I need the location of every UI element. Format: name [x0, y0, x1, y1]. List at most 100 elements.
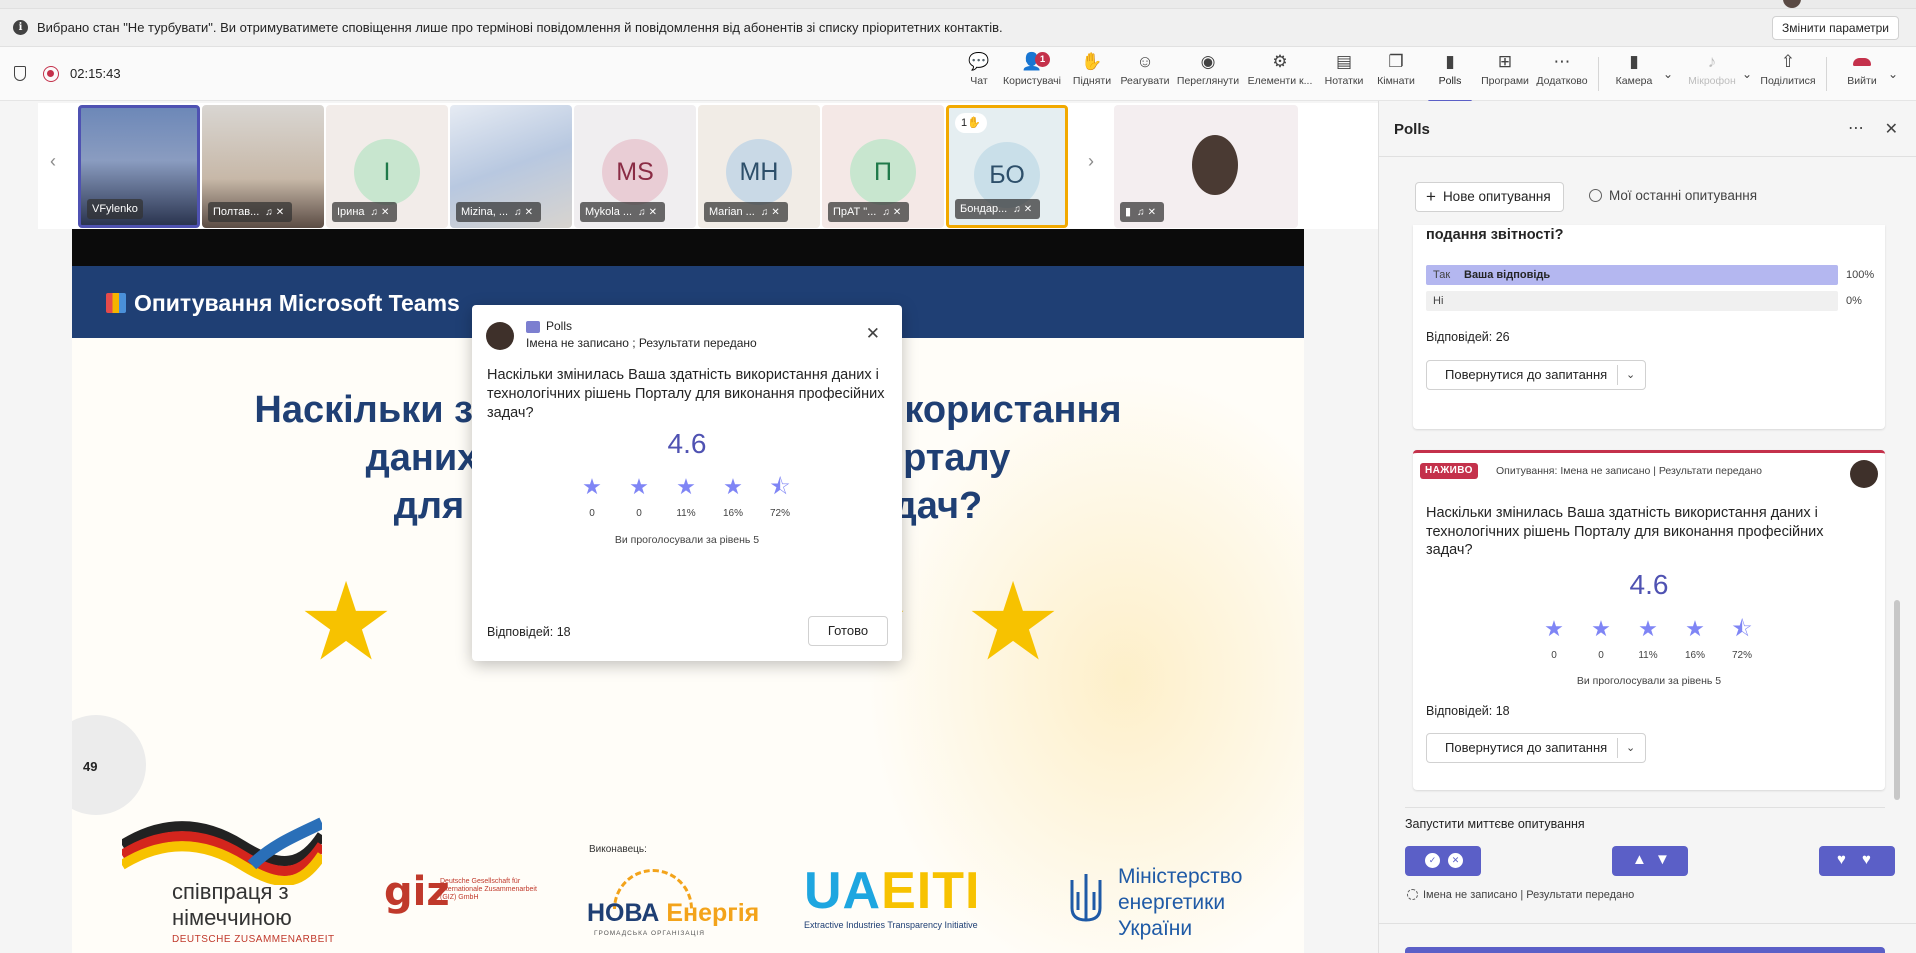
poll-settings[interactable]: Імена не записано | Результати передано — [1407, 889, 1634, 901]
dnd-message: Вибрано стан "Не турбувати". Ви отримува… — [37, 20, 1003, 35]
raised-hand-badge: 1✋ — [955, 113, 987, 133]
avatar — [486, 322, 514, 350]
toolbar-divider — [1826, 57, 1827, 91]
participant-tile[interactable]: VFylenko — [78, 105, 200, 228]
poll-meta: Опитування: Імена не записано | Результа… — [1496, 465, 1763, 477]
panel-bottom-button[interactable] — [1405, 947, 1885, 953]
poll-question: Наскільки змінилась Ваша здатність викор… — [1426, 505, 1824, 558]
poll-popup: Polls Імена не записано ; Результати пер… — [472, 305, 902, 661]
teams-meeting-window: i Вибрано стан "Не турбувати". Ви отриму… — [0, 0, 1916, 953]
poll-option: Ні 0% — [1426, 291, 1862, 311]
rooms-icon: ❐ — [1388, 52, 1404, 71]
return-to-question-button[interactable]: Повернутися до запитання ⌄ — [1426, 733, 1646, 763]
slide-page-number: 49 — [72, 715, 146, 815]
close-icon: ✕ — [1448, 853, 1463, 868]
star-icon: ★ — [1544, 616, 1564, 641]
answers-count: Відповідей: 18 — [487, 625, 571, 639]
instant-poll-yes-no-button[interactable]: ✓ ✕ — [1405, 846, 1481, 876]
star-icon: ★ — [723, 474, 743, 499]
star-icon: ★ — [1685, 616, 1705, 641]
popup-title: Polls — [546, 319, 573, 333]
leave-button[interactable]: Вийти — [1834, 52, 1890, 98]
rating-item: ⯪ 72% — [1728, 617, 1756, 662]
mic-options-chevron-icon[interactable]: ⌄ — [1742, 67, 1752, 81]
mic-muted-icon: ♫✕ — [265, 207, 288, 218]
mic-muted-icon: ♫✕ — [1013, 204, 1036, 215]
rating-item: ★ 11% — [1634, 617, 1662, 662]
participant-tile[interactable]: ▮ ♫✕ — [1114, 105, 1298, 228]
thumbs-up-icon: ▲ — [1632, 851, 1647, 868]
participant-tile[interactable]: MS Mykola ... ♫✕ — [574, 105, 696, 228]
poll-card: подання звітності? Так Ваша відповідь 10… — [1413, 225, 1885, 429]
close-icon[interactable]: ✕ — [1885, 119, 1898, 139]
view-icon: ◉ — [1200, 52, 1216, 71]
panel-title: Polls — [1394, 121, 1430, 138]
share-button[interactable]: ⇧ Поділитися — [1756, 52, 1820, 98]
signal-icon: ▮ — [1125, 206, 1132, 218]
participant-tile[interactable]: MH Marian ... ♫✕ — [698, 105, 820, 228]
mic-muted-icon: ♫✕ — [514, 207, 536, 218]
done-button[interactable]: Готово — [808, 616, 888, 646]
participant-tile[interactable]: 1✋ БО Бондар... ♫✕ — [946, 105, 1068, 228]
strip-next-icon[interactable]: › — [1088, 151, 1094, 172]
people-button[interactable]: 👤 1 Користувачі — [1000, 52, 1064, 98]
mic-muted-icon: ♫✕ — [638, 207, 660, 218]
participant-tile[interactable]: Mizina, ... ♫✕ — [450, 105, 572, 228]
leave-options-chevron-icon[interactable]: ⌄ — [1888, 67, 1898, 81]
title-strip — [0, 0, 1916, 9]
recent-polls-link[interactable]: Мої останні опитування — [1589, 188, 1757, 203]
answers-count: Відповідей: 26 — [1426, 330, 1510, 344]
rating-item: ★ 0 — [1540, 616, 1568, 662]
apps-add-button[interactable]: ⊞ Програми — [1478, 52, 1532, 98]
leave-icon — [1850, 52, 1874, 72]
change-settings-button[interactable]: Змінити параметри — [1772, 16, 1899, 40]
participant-tile[interactable]: І Ірина ♫✕ — [326, 105, 448, 228]
strip-prev-icon[interactable]: ‹ — [50, 151, 56, 172]
gear-icon — [1407, 889, 1418, 900]
participant-tile[interactable]: Полтав... ♫✕ — [202, 105, 324, 228]
history-icon — [1589, 189, 1602, 202]
new-poll-button[interactable]: + Нове опитування — [1415, 182, 1564, 212]
rooms-button[interactable]: ❐ Кімнати — [1372, 52, 1420, 98]
recording-icon — [43, 66, 59, 82]
chat-button[interactable]: 💬 Чат — [958, 52, 1000, 98]
participant-tile[interactable]: П ПрАТ "... ♫✕ — [822, 105, 944, 228]
return-to-question-button[interactable]: Повернутися до запитання ⌄ — [1426, 360, 1646, 390]
notes-icon: ▤ — [1335, 52, 1353, 71]
people-badge: 1 — [1035, 52, 1050, 67]
meeting-toolbar: 02:15:43 💬 Чат 👤 1 Користувачі ✋ Підняти ☺ Ре… — [0, 47, 1916, 103]
react-button[interactable]: ☺ Реагувати — [1118, 52, 1172, 98]
rating-distribution: ★ 0 ★ 0 ★ 11% ★ 16% ⯪ 72% — [578, 475, 818, 525]
chevron-down-icon[interactable]: ⌄ — [1626, 734, 1635, 762]
chevron-down-icon[interactable]: ⌄ — [1626, 361, 1635, 389]
notes-button[interactable]: ▤ Нотатки — [1318, 52, 1370, 98]
raise-hand-button[interactable]: ✋ Підняти — [1066, 52, 1118, 98]
meeting-timer: 02:15:43 — [70, 66, 121, 81]
more-icon: ⋯ — [1553, 52, 1571, 71]
more-button[interactable]: ⋯ Додатково — [1532, 52, 1592, 98]
flag-wave-icon — [122, 817, 322, 885]
camera-button[interactable]: ▮ Камера — [1612, 52, 1656, 98]
mic-muted-icon: ♫✕ — [882, 207, 905, 218]
avatar — [1192, 135, 1238, 195]
camera-options-chevron-icon[interactable]: ⌄ — [1663, 67, 1673, 81]
star-icon: ★ — [582, 474, 602, 499]
more-icon[interactable]: ⋯ — [1848, 118, 1864, 138]
add-app-icon: ⊞ — [1497, 52, 1513, 71]
star-icon: ★ — [1591, 616, 1611, 641]
shield-icon[interactable] — [14, 66, 26, 81]
trident-icon — [1070, 874, 1102, 922]
close-icon[interactable]: ✕ — [866, 324, 880, 344]
polls-button[interactable]: ▮ Polls — [1422, 52, 1478, 103]
rating-item: ★ 0 — [625, 475, 653, 520]
account-avatar[interactable] — [1783, 0, 1801, 8]
apps-button[interactable]: ⚙ Елементи к... — [1244, 52, 1316, 98]
instant-poll-hearts-button[interactable]: ♥ ♥ — [1819, 846, 1895, 876]
instant-poll-thumbs-button[interactable]: ▲ ▼ — [1612, 846, 1688, 876]
polls-icon: ▮ — [1445, 52, 1455, 71]
mic-button[interactable]: ♪ Мікрофон — [1680, 52, 1744, 98]
popup-question: Наскільки змінилась Ваша здатність викор… — [487, 367, 885, 421]
panel-scrollbar[interactable] — [1894, 600, 1900, 800]
view-button[interactable]: ◉ Переглянути — [1173, 52, 1243, 98]
dnd-banner: i Вибрано стан "Не турбувати". Ви отриму… — [0, 9, 1916, 47]
